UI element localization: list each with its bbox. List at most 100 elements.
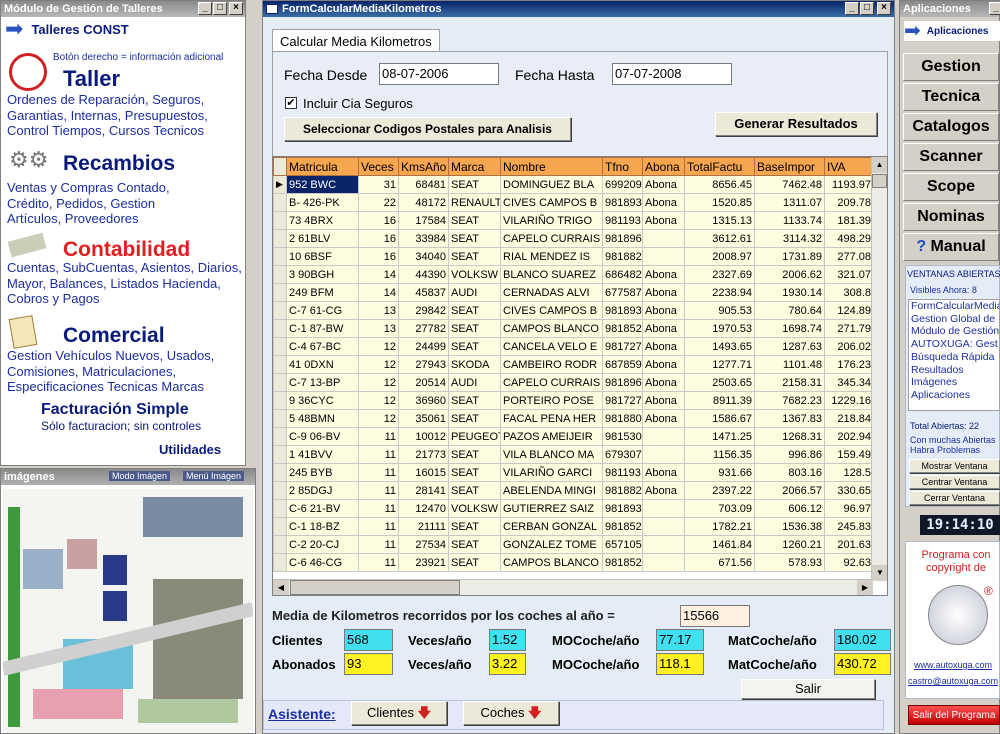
- table-cell[interactable]: SEAT: [448, 175, 501, 194]
- table-cell[interactable]: C-6 46-CG: [286, 553, 359, 572]
- table-cell[interactable]: CIVES CAMPOS B: [500, 301, 603, 320]
- asistente-coches-button[interactable]: Coches 🡇: [463, 701, 559, 725]
- row-selector[interactable]: [273, 427, 287, 446]
- tab-calcular[interactable]: Calcular Media Kilometros: [272, 29, 440, 52]
- table-cell[interactable]: 11: [358, 445, 399, 464]
- table-cell[interactable]: 11: [358, 481, 399, 500]
- table-cell[interactable]: 2158.31: [754, 373, 825, 392]
- table-cell[interactable]: C-1 18-BZ: [286, 517, 359, 536]
- table-cell[interactable]: 578.93: [754, 553, 825, 572]
- table-cell[interactable]: 10012: [398, 427, 449, 446]
- table-cell[interactable]: 28141: [398, 481, 449, 500]
- table-cell[interactable]: VOLKSW: [448, 499, 501, 518]
- table-cell[interactable]: 2238.94: [684, 283, 755, 302]
- column-header[interactable]: Nombre: [500, 157, 603, 176]
- recambios-title[interactable]: Recambios: [63, 152, 175, 176]
- table-cell[interactable]: 308.8: [824, 283, 874, 302]
- table-cell[interactable]: 7462.48: [754, 175, 825, 194]
- column-header[interactable]: Tfno: [602, 157, 643, 176]
- table-cell[interactable]: Abona: [642, 265, 685, 284]
- table-cell[interactable]: Abona: [642, 373, 685, 392]
- table-cell[interactable]: Abona: [642, 481, 685, 500]
- table-cell[interactable]: Abona: [642, 301, 685, 320]
- ventana-item[interactable]: Módulo de Gestión: [911, 325, 999, 338]
- table-cell[interactable]: VILA BLANCO MA: [500, 445, 603, 464]
- table-cell[interactable]: Abona: [642, 283, 685, 302]
- table-cell[interactable]: 29842: [398, 301, 449, 320]
- scroll-up-arrow[interactable]: ▲: [872, 157, 887, 173]
- table-cell[interactable]: 13: [358, 319, 399, 338]
- maximize-button[interactable]: □: [860, 2, 874, 15]
- table-cell[interactable]: PEUGEOT: [448, 427, 501, 446]
- clock-icon[interactable]: [9, 53, 47, 91]
- ventana-item[interactable]: Aplicaciones: [911, 389, 999, 402]
- table-cell[interactable]: 21773: [398, 445, 449, 464]
- table-cell[interactable]: [642, 499, 685, 518]
- scroll-hthumb[interactable]: [290, 580, 460, 595]
- table-cell[interactable]: Abona: [642, 211, 685, 230]
- table-cell[interactable]: 45837: [398, 283, 449, 302]
- table-cell[interactable]: 1731.89: [754, 247, 825, 266]
- tecnica-button[interactable]: Tecnica: [903, 83, 999, 111]
- table-cell[interactable]: 271.79: [824, 319, 874, 338]
- table-cell[interactable]: 657105: [602, 535, 643, 554]
- table-cell[interactable]: 11: [358, 463, 399, 482]
- table-cell[interactable]: 330.65: [824, 481, 874, 500]
- table-cell[interactable]: 201.63: [824, 535, 874, 554]
- table-cell[interactable]: 981727: [602, 337, 643, 356]
- table-cell[interactable]: 11: [358, 535, 399, 554]
- table-cell[interactable]: 7682.23: [754, 391, 825, 410]
- table-cell[interactable]: 1461.84: [684, 535, 755, 554]
- row-selector[interactable]: [273, 355, 287, 374]
- table-row[interactable]: 41 0DXN 12 27943 SKODA CAMBEIRO RODR 687859 Ab…: [273, 355, 874, 374]
- table-cell[interactable]: RIAL MENDEZ IS: [500, 247, 603, 266]
- table-row[interactable]: 1 41BVV 11 21773 SEAT VILA BLANCO MA 679307 11…: [273, 445, 874, 464]
- centrar-ventana-button[interactable]: Centrar Ventana: [909, 475, 1000, 489]
- row-selector[interactable]: [273, 319, 287, 338]
- table-cell[interactable]: C-6 21-BV: [286, 499, 359, 518]
- table-cell[interactable]: 13: [358, 301, 399, 320]
- scanner-button[interactable]: Scanner: [903, 143, 999, 171]
- table-cell[interactable]: 12470: [398, 499, 449, 518]
- table-cell[interactable]: SEAT: [448, 481, 501, 500]
- table-cell[interactable]: 981852: [602, 553, 643, 572]
- table-cell[interactable]: PAZOS AMEIJEIR: [500, 427, 603, 446]
- table-cell[interactable]: 12: [358, 373, 399, 392]
- table-cell[interactable]: 11: [358, 553, 399, 572]
- table-cell[interactable]: GONZALEZ TOME: [500, 535, 603, 554]
- table-cell[interactable]: 703.09: [684, 499, 755, 518]
- table-cell[interactable]: 181.39: [824, 211, 874, 230]
- table-row[interactable]: C-7 13-BP 12 20514 AUDI CAPELO CURRAIS 981896…: [273, 373, 874, 392]
- row-selector[interactable]: [273, 247, 287, 266]
- table-cell[interactable]: 952 BWC: [286, 175, 359, 194]
- table-cell[interactable]: 1586.67: [684, 409, 755, 428]
- cerrar-ventana-button[interactable]: Cerrar Ventana: [909, 491, 1000, 505]
- table-cell[interactable]: 92.63: [824, 553, 874, 572]
- table-cell[interactable]: 11: [358, 499, 399, 518]
- salir-button[interactable]: Salir: [741, 679, 875, 699]
- table-cell[interactable]: 981893: [602, 193, 643, 212]
- table-cell[interactable]: 34040: [398, 247, 449, 266]
- table-cell[interactable]: SEAT: [448, 463, 501, 482]
- table-cell[interactable]: 981893: [602, 301, 643, 320]
- table-row[interactable]: 2 85DGJ 11 28141 SEAT ABELENDA MINGI 981882 Ab…: [273, 481, 874, 500]
- table-cell[interactable]: 11: [358, 517, 399, 536]
- table-cell[interactable]: 1970.53: [684, 319, 755, 338]
- table-cell[interactable]: 1311.07: [754, 193, 825, 212]
- table-cell[interactable]: 16015: [398, 463, 449, 482]
- table-row[interactable]: C-4 67-BC 12 24499 SEAT CANCELA VELO E 981727…: [273, 337, 874, 356]
- results-grid[interactable]: Matricula Veces KmsAño Marca Nombre Tfno Abona…: [272, 156, 888, 596]
- table-cell[interactable]: 2008.97: [684, 247, 755, 266]
- table-cell[interactable]: SKODA: [448, 355, 501, 374]
- row-selector[interactable]: [273, 337, 287, 356]
- table-cell[interactable]: 27943: [398, 355, 449, 374]
- table-cell[interactable]: 68481: [398, 175, 449, 194]
- table-row[interactable]: 249 BFM 14 45837 AUDI CERNADAS ALVI 677587 Abo…: [273, 283, 874, 302]
- table-cell[interactable]: SEAT: [448, 229, 501, 248]
- table-cell[interactable]: 41 0DXN: [286, 355, 359, 374]
- table-cell[interactable]: [642, 553, 685, 572]
- table-row[interactable]: ▶ 952 BWC 31 68481 SEAT DOMINGUEZ BLA 699209 Ab…: [273, 175, 874, 194]
- table-cell[interactable]: Abona: [642, 193, 685, 212]
- table-cell[interactable]: SEAT: [448, 319, 501, 338]
- column-header[interactable]: TotalFactu: [684, 157, 755, 176]
